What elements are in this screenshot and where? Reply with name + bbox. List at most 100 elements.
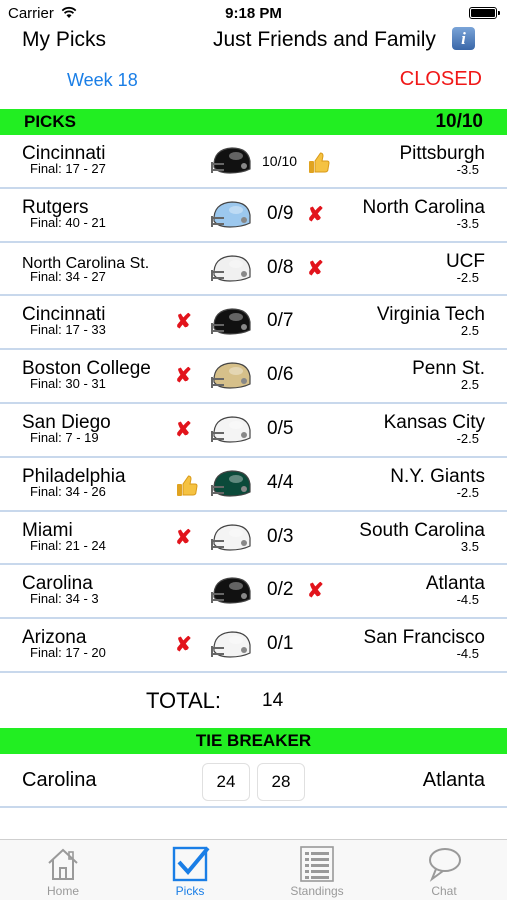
tie-breaker-home-score[interactable]: 24 [202, 763, 250, 801]
point-spread: -2.5 [456, 430, 479, 446]
tab-standings-label: Standings [290, 884, 344, 898]
away-pick-result: ✘ [307, 205, 324, 226]
list-icon [300, 846, 334, 882]
confidence-points: 0/9 [267, 202, 294, 224]
point-spread: 2.5 [460, 323, 479, 339]
game-row[interactable]: San Diego Final: 7 - 19 ✘ 0/5 Kansas City -2.… [0, 404, 507, 458]
house-icon [48, 848, 78, 880]
tab-bar: Home Picks Standings Chat [0, 839, 507, 900]
game-row[interactable]: Arizona Final: 17 - 20 ✘ 0/1 San Francisco -4… [0, 619, 507, 673]
tab-chat[interactable]: Chat [381, 840, 507, 900]
confidence-points: 0/3 [267, 525, 294, 547]
tab-chat-label: Chat [431, 884, 457, 898]
final-score: Final: 17 - 33 [30, 322, 106, 338]
tab-standings[interactable]: Standings [254, 840, 380, 900]
final-score: Final: 34 - 3 [30, 591, 99, 607]
game-row[interactable]: Rutgers Final: 40 - 21 0/9 ✘ North Carolina -… [0, 189, 507, 243]
game-row[interactable]: Philadelphia Final: 34 - 26 4/4 N.Y. Giants… [0, 458, 507, 512]
point-spread: -4.5 [456, 592, 479, 608]
thumbs-up-icon [309, 152, 330, 173]
speech-bubble-icon [429, 848, 461, 882]
final-score: Final: 30 - 31 [30, 376, 106, 392]
home-pick-result: ✘ [175, 366, 192, 387]
final-score: Final: 17 - 27 [30, 161, 106, 176]
final-score: Final: 17 - 20 [30, 645, 106, 661]
game-list: Cincinnati Final: 17 - 27 10/10 Pittsburgh -… [0, 135, 507, 673]
final-score: Final: 40 - 21 [30, 214, 106, 230]
game-row[interactable]: Cincinnati Final: 17 - 27 10/10 Pittsburgh -… [0, 135, 507, 189]
point-spread: 2.5 [460, 377, 479, 393]
away-pick-result [307, 151, 331, 180]
tie-breaker-home-team: Carolina [22, 769, 97, 791]
helmet-icon [211, 631, 251, 658]
checkbox-icon [172, 846, 210, 882]
picks-header: PICKS 10/10 [0, 109, 507, 135]
week-selector[interactable]: Week 18 [67, 70, 138, 91]
final-score: Final: 7 - 19 [30, 429, 99, 445]
battery-icon [469, 7, 500, 19]
home-pick-result [175, 474, 199, 503]
point-spread: -3.5 [456, 162, 479, 177]
confidence-points: 0/7 [267, 310, 294, 332]
picks-header-label: PICKS [24, 112, 76, 131]
away-pick-result: ✘ [307, 259, 324, 280]
tab-home[interactable]: Home [0, 840, 126, 900]
home-pick-result: ✘ [175, 528, 192, 549]
point-spread: -3.5 [456, 215, 479, 231]
total-label: TOTAL: [146, 688, 221, 713]
final-score: Final: 34 - 27 [30, 268, 106, 284]
wrong-pick-icon: ✘ [307, 203, 324, 226]
helmet-icon [211, 147, 251, 174]
tie-breaker-label: TIE BREAKER [195, 731, 312, 750]
game-row[interactable]: North Carolina St. Final: 34 - 27 0/8 ✘ UCF -… [0, 243, 507, 297]
group-name: Just Friends and Family [213, 28, 436, 51]
helmet-icon [211, 523, 251, 551]
tab-home-label: Home [46, 884, 79, 898]
page-title: My Picks [22, 28, 106, 51]
wrong-pick-icon: ✘ [175, 365, 192, 388]
tab-picks-label: Picks [175, 884, 205, 898]
wrong-pick-icon: ✘ [175, 311, 192, 334]
tie-breaker-away-score[interactable]: 28 [257, 763, 305, 801]
point-spread: -2.5 [456, 269, 479, 285]
picks-header-score: 10/10 [435, 111, 483, 132]
wrong-pick-icon: ✘ [307, 257, 324, 280]
confidence-points: 10/10 [262, 153, 298, 169]
status-label: CLOSED [399, 68, 482, 90]
tie-breaker-header: TIE BREAKER [0, 728, 507, 754]
week-row: Week 18 CLOSED [0, 68, 507, 96]
tie-breaker-away-team: Atlanta [422, 769, 485, 791]
helmet-icon [211, 362, 251, 389]
info-icon[interactable]: i [452, 27, 475, 50]
confidence-points: 0/6 [267, 364, 294, 386]
confidence-points: 0/2 [267, 579, 294, 601]
helmet-icon [211, 201, 251, 228]
tie-breaker-row: Carolina 24 28 Atlanta [0, 754, 507, 808]
total-row: TOTAL: 14 [0, 676, 507, 726]
confidence-points: 0/5 [267, 417, 294, 439]
point-spread: 3.5 [460, 538, 479, 554]
confidence-points: 0/1 [267, 633, 294, 655]
wrong-pick-icon: ✘ [175, 634, 192, 657]
point-spread: -2.5 [456, 484, 479, 500]
game-row[interactable]: Miami Final: 21 - 24 ✘ 0/3 South Carolina 3.5 [0, 512, 507, 566]
final-score: Final: 34 - 26 [30, 483, 106, 499]
wrong-pick-icon: ✘ [175, 526, 192, 549]
game-row[interactable]: Boston College Final: 30 - 31 ✘ 0/6 Penn St.… [0, 350, 507, 404]
game-row[interactable]: Carolina Final: 34 - 3 0/2 ✘ Atlanta -4.5 [0, 565, 507, 620]
home-pick-result: ✘ [175, 312, 192, 333]
tab-picks[interactable]: Picks [127, 840, 253, 900]
home-pick-result: ✘ [175, 420, 192, 441]
away-pick-result: ✘ [307, 581, 324, 602]
helmet-icon [211, 254, 251, 282]
wrong-pick-icon: ✘ [175, 418, 192, 441]
confidence-points: 0/8 [267, 256, 294, 278]
helmet-icon [211, 577, 251, 604]
status-bar: Carrier 9:18 PM [0, 0, 507, 26]
point-spread: -4.5 [456, 646, 479, 662]
helmet-icon [211, 470, 251, 497]
nav-bar: My Picks Just Friends and Family i [0, 26, 507, 56]
home-pick-result: ✘ [175, 635, 192, 656]
clock: 9:18 PM [225, 5, 282, 22]
game-row[interactable]: Cincinnati Final: 17 - 33 ✘ 0/7 Virginia Tec… [0, 296, 507, 351]
